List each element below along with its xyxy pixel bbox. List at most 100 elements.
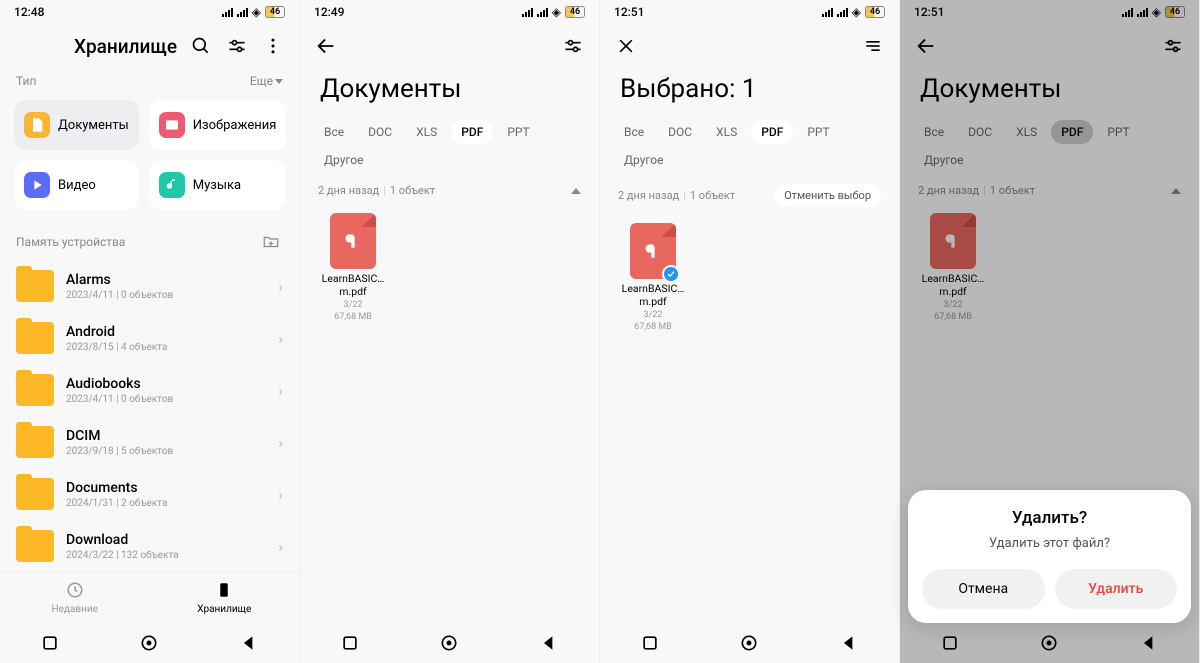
- screen-documents: 12:49 ◈ 46 Документы ВсеDOCXLSPDFPPTДруг…: [300, 0, 600, 663]
- filter-все[interactable]: Все: [914, 120, 954, 144]
- new-folder-icon[interactable]: [259, 230, 283, 254]
- collapse-icon[interactable]: [1171, 188, 1181, 194]
- status-bar: 12:48 ◈ 46: [0, 0, 299, 24]
- filter-xls[interactable]: XLS: [406, 120, 447, 144]
- folder-icon: [16, 374, 54, 406]
- nav-back[interactable]: [839, 633, 859, 653]
- cancel-button[interactable]: Отмена: [922, 569, 1045, 609]
- nav-back[interactable]: [239, 633, 259, 653]
- collapse-icon[interactable]: [571, 188, 581, 194]
- nav-recent[interactable]: [340, 633, 360, 653]
- file-date: 3/22: [918, 300, 988, 310]
- filter-xls[interactable]: XLS: [706, 120, 747, 144]
- filter-другое[interactable]: Другое: [914, 148, 974, 172]
- android-nav-bar: [0, 623, 299, 663]
- nav-recent[interactable]: [40, 633, 60, 653]
- filter-pdf[interactable]: PDF: [1051, 120, 1093, 144]
- folder-item[interactable]: Audiobooks 2023/4/11 | 0 объектов ›: [0, 364, 299, 416]
- category-images[interactable]: Изображения: [149, 100, 287, 150]
- nav-home[interactable]: [139, 633, 159, 653]
- folder-meta: 2024/3/22 | 132 объекта: [66, 550, 266, 561]
- filter-icon[interactable]: [1161, 34, 1185, 58]
- battery-icon: 46: [1165, 6, 1185, 18]
- category-music[interactable]: Музыка: [149, 160, 287, 210]
- filter-doc[interactable]: DOC: [958, 120, 1002, 144]
- tab-storage[interactable]: Хранилище: [150, 573, 300, 623]
- folder-item[interactable]: Download 2024/3/22 | 132 объекта ›: [0, 520, 299, 572]
- folder-icon: [16, 270, 54, 302]
- signal-icon-2: [237, 8, 248, 17]
- close-button[interactable]: [614, 34, 638, 58]
- folder-icon: [16, 322, 54, 354]
- folder-item[interactable]: Documents 2024/1/31 | 2 объекта ›: [0, 468, 299, 520]
- folder-name: Documents: [66, 480, 266, 496]
- status-bar: 12:51 ◈ 46: [600, 0, 899, 24]
- file-item-selected[interactable]: LearnBASIC…m.pdf 3/22 67,68 MB: [618, 223, 688, 332]
- dialog-title: Удалить?: [922, 508, 1177, 528]
- storage-section-label: Память устройства: [16, 235, 125, 249]
- filter-другое[interactable]: Другое: [314, 148, 374, 172]
- folder-meta: 2023/9/18 | 5 объектов: [66, 446, 266, 457]
- filter-pdf[interactable]: PDF: [451, 120, 493, 144]
- back-button[interactable]: [314, 34, 338, 58]
- signal-icon-2: [1137, 8, 1148, 17]
- nav-recent[interactable]: [940, 633, 960, 653]
- delete-button[interactable]: Удалить: [1055, 569, 1178, 609]
- signal-icon: [1122, 8, 1133, 17]
- filter-doc[interactable]: DOC: [658, 120, 702, 144]
- more-categories-button[interactable]: Еще: [250, 74, 283, 88]
- chevron-right-icon: ›: [278, 381, 283, 400]
- file-item[interactable]: LearnBASIC…m.pdf 3/22 67,68 MB: [918, 213, 988, 322]
- video-icon: [24, 172, 50, 198]
- filter-xls[interactable]: XLS: [1006, 120, 1047, 144]
- folder-name: Android: [66, 324, 266, 340]
- folder-meta: 2023/4/11 | 0 объектов: [66, 290, 266, 301]
- filter-ppt[interactable]: PPT: [797, 120, 839, 144]
- nav-recent[interactable]: [640, 633, 660, 653]
- android-nav-bar: [900, 623, 1199, 663]
- chevron-right-icon: ›: [278, 537, 283, 556]
- filter-icon[interactable]: [225, 34, 249, 58]
- deselect-button[interactable]: Отменить выбор: [774, 184, 881, 207]
- battery-icon: 46: [265, 6, 285, 18]
- nav-back[interactable]: [539, 633, 559, 653]
- chevron-right-icon: ›: [278, 329, 283, 348]
- category-video[interactable]: Видео: [14, 160, 139, 210]
- android-nav-bar: [300, 623, 599, 663]
- filter-doc[interactable]: DOC: [358, 120, 402, 144]
- nav-back[interactable]: [1139, 633, 1159, 653]
- image-icon: [159, 112, 185, 138]
- clock-icon: [66, 581, 84, 599]
- chevron-right-icon: ›: [278, 485, 283, 504]
- back-button[interactable]: [914, 34, 938, 58]
- screen-selection: 12:51 ◈ 46 Выбрано: 1 ВсеDOCXLSPDFPPTДру…: [600, 0, 900, 663]
- nav-home[interactable]: [439, 633, 459, 653]
- filter-pdf[interactable]: PDF: [751, 120, 793, 144]
- group-info: 2 дня назад|1 объект: [318, 184, 435, 197]
- tab-recent[interactable]: Недавние: [0, 573, 150, 623]
- folder-item[interactable]: DCIM 2023/9/18 | 5 объектов ›: [0, 416, 299, 468]
- category-documents[interactable]: Документы: [14, 100, 139, 150]
- search-icon[interactable]: [189, 34, 213, 58]
- nav-home[interactable]: [1039, 633, 1059, 653]
- clock: 12:48: [14, 5, 44, 19]
- filter-ppt[interactable]: PPT: [497, 120, 539, 144]
- filter-все[interactable]: Все: [314, 120, 354, 144]
- file-item[interactable]: LearnBASIC…m.pdf 3/22 67,68 MB: [318, 213, 388, 322]
- delete-dialog: Удалить? Удалить этот файл? Отмена Удали…: [908, 490, 1191, 623]
- more-icon[interactable]: [261, 34, 285, 58]
- signal-icon-2: [837, 8, 848, 17]
- folder-item[interactable]: Alarms 2023/4/11 | 0 объектов ›: [0, 260, 299, 312]
- folder-meta: 2023/8/15 | 4 объекта: [66, 342, 266, 353]
- nav-home[interactable]: [739, 633, 759, 653]
- filter-icon[interactable]: [561, 34, 585, 58]
- filter-ppt[interactable]: PPT: [1097, 120, 1139, 144]
- group-info: 2 дня назад|1 объект: [618, 189, 735, 202]
- folder-icon: [16, 478, 54, 510]
- file-size: 67,68 MB: [618, 322, 688, 332]
- select-all-icon[interactable]: [861, 34, 885, 58]
- folder-item[interactable]: Android 2023/8/15 | 4 объекта ›: [0, 312, 299, 364]
- filter-другое[interactable]: Другое: [614, 148, 674, 172]
- screen-delete-dialog: 12:51 ◈ 46 Документы ВсеDOCXLSPDFPPTДруг…: [900, 0, 1200, 663]
- filter-все[interactable]: Все: [614, 120, 654, 144]
